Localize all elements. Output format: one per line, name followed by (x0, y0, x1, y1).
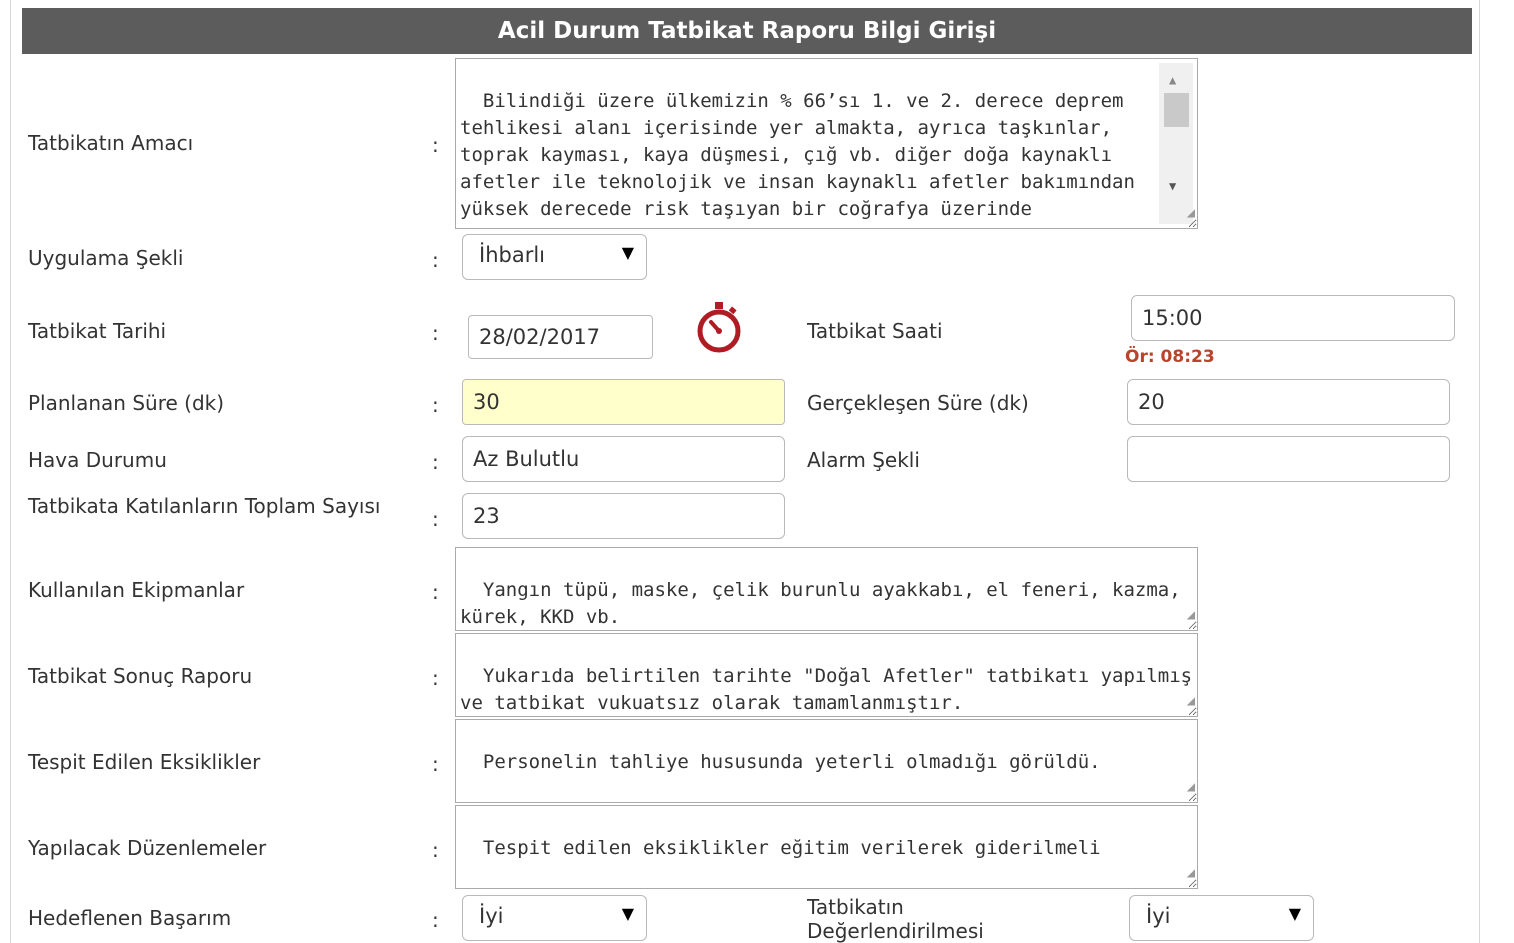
evaluation-value: İyi (1146, 904, 1171, 928)
result-report-label: Tatbikat Sonuç Raporu (28, 664, 253, 688)
colon: : (432, 666, 439, 690)
weather-label: Hava Durumu (28, 448, 167, 472)
colon: : (432, 507, 439, 531)
chevron-down-icon: ▼ (621, 243, 634, 262)
drill-date-label: Tatbikat Tarihi (28, 319, 167, 343)
chevron-down-icon: ▼ (1288, 904, 1301, 923)
planned-duration-input[interactable] (462, 379, 785, 425)
deficiencies-text: Personelin tahliye hususunda yeterli olm… (482, 751, 1101, 773)
drill-time-label: Tatbikat Saati (807, 319, 943, 343)
drill-time-input[interactable] (1131, 295, 1455, 341)
deficiencies-textarea[interactable]: Personelin tahliye hususunda yeterli olm… (455, 719, 1198, 803)
scroll-down-icon[interactable]: ▼ (1169, 173, 1176, 200)
planned-duration-label: Planlanan Süre (dk) (28, 391, 225, 415)
scroll-thumb[interactable] (1164, 93, 1189, 127)
colon: : (432, 580, 439, 604)
alarm-type-input[interactable] (1127, 436, 1450, 482)
evaluation-label: Tatbikatın Değerlendirilmesi (807, 895, 984, 943)
colon: : (432, 248, 439, 272)
colon: : (432, 133, 439, 157)
colon: : (432, 321, 439, 345)
application-type-label: Uygulama Şekli (28, 246, 184, 270)
corrections-label: Yapılacak Düzenlemeler (28, 836, 267, 860)
resize-grip-icon[interactable]: ◢ (1187, 602, 1195, 629)
equipment-textarea[interactable]: Yangın tüpü, maske, çelik burunlu ayakka… (455, 547, 1198, 631)
form-title: Acil Durum Tatbikat Raporu Bilgi Girişi (22, 8, 1472, 54)
colon: : (432, 393, 439, 417)
colon: : (432, 838, 439, 862)
actual-duration-input[interactable] (1127, 379, 1450, 425)
drill-time-hint: Ör: 08:23 (1125, 347, 1215, 367)
weather-input[interactable] (462, 436, 785, 482)
actual-duration-label: Gerçekleşen Süre (dk) (807, 391, 1029, 415)
participants-label: Tatbikata Katılanların Toplam Sayısı (28, 494, 381, 518)
target-success-value: İyi (479, 904, 504, 928)
resize-grip-icon[interactable]: ◢ (1187, 860, 1195, 887)
corrections-textarea[interactable]: Tespit edilen eksiklikler eğitim veriler… (455, 805, 1198, 889)
purpose-label: Tatbikatın Amacı (28, 131, 194, 155)
result-report-textarea[interactable]: Yukarıda belirtilen tarihte "Doğal Afetl… (455, 633, 1198, 717)
resize-grip-icon[interactable]: ◢ (1187, 774, 1195, 801)
colon: : (432, 908, 439, 932)
target-success-select[interactable]: İyi ▼ (462, 895, 647, 941)
target-success-label: Hedeflenen Başarım (28, 906, 232, 930)
application-type-value: İhbarlı (479, 243, 546, 267)
participants-input[interactable] (462, 493, 785, 539)
alarm-type-label: Alarm Şekli (807, 448, 920, 472)
evaluation-select[interactable]: İyi ▼ (1129, 895, 1314, 941)
stopwatch-icon[interactable] (692, 300, 746, 354)
resize-grip-icon[interactable]: ◢ (1187, 688, 1195, 715)
colon: : (432, 450, 439, 474)
resize-grip-icon[interactable]: ◢ (1187, 200, 1195, 227)
corrections-text: Tespit edilen eksiklikler eğitim veriler… (482, 837, 1101, 859)
equipment-label: Kullanılan Ekipmanlar (28, 578, 245, 602)
chevron-down-icon: ▼ (621, 904, 634, 923)
drill-date-input[interactable] (468, 315, 653, 359)
scroll-up-icon[interactable]: ▲ (1169, 67, 1176, 94)
deficiencies-label: Tespit Edilen Eksiklikler (28, 750, 261, 774)
purpose-textarea[interactable]: Bilindiği üzere ülkemizin % 66’sı 1. ve … (455, 58, 1198, 229)
purpose-text: Bilindiği üzere ülkemizin % 66’sı 1. ve … (460, 90, 1135, 228)
equipment-text: Yangın tüpü, maske, çelik burunlu ayakka… (460, 579, 1193, 628)
colon: : (432, 752, 439, 776)
application-type-select[interactable]: İhbarlı ▼ (462, 234, 647, 280)
result-report-text: Yukarıda belirtilen tarihte "Doğal Afetl… (460, 665, 1193, 714)
